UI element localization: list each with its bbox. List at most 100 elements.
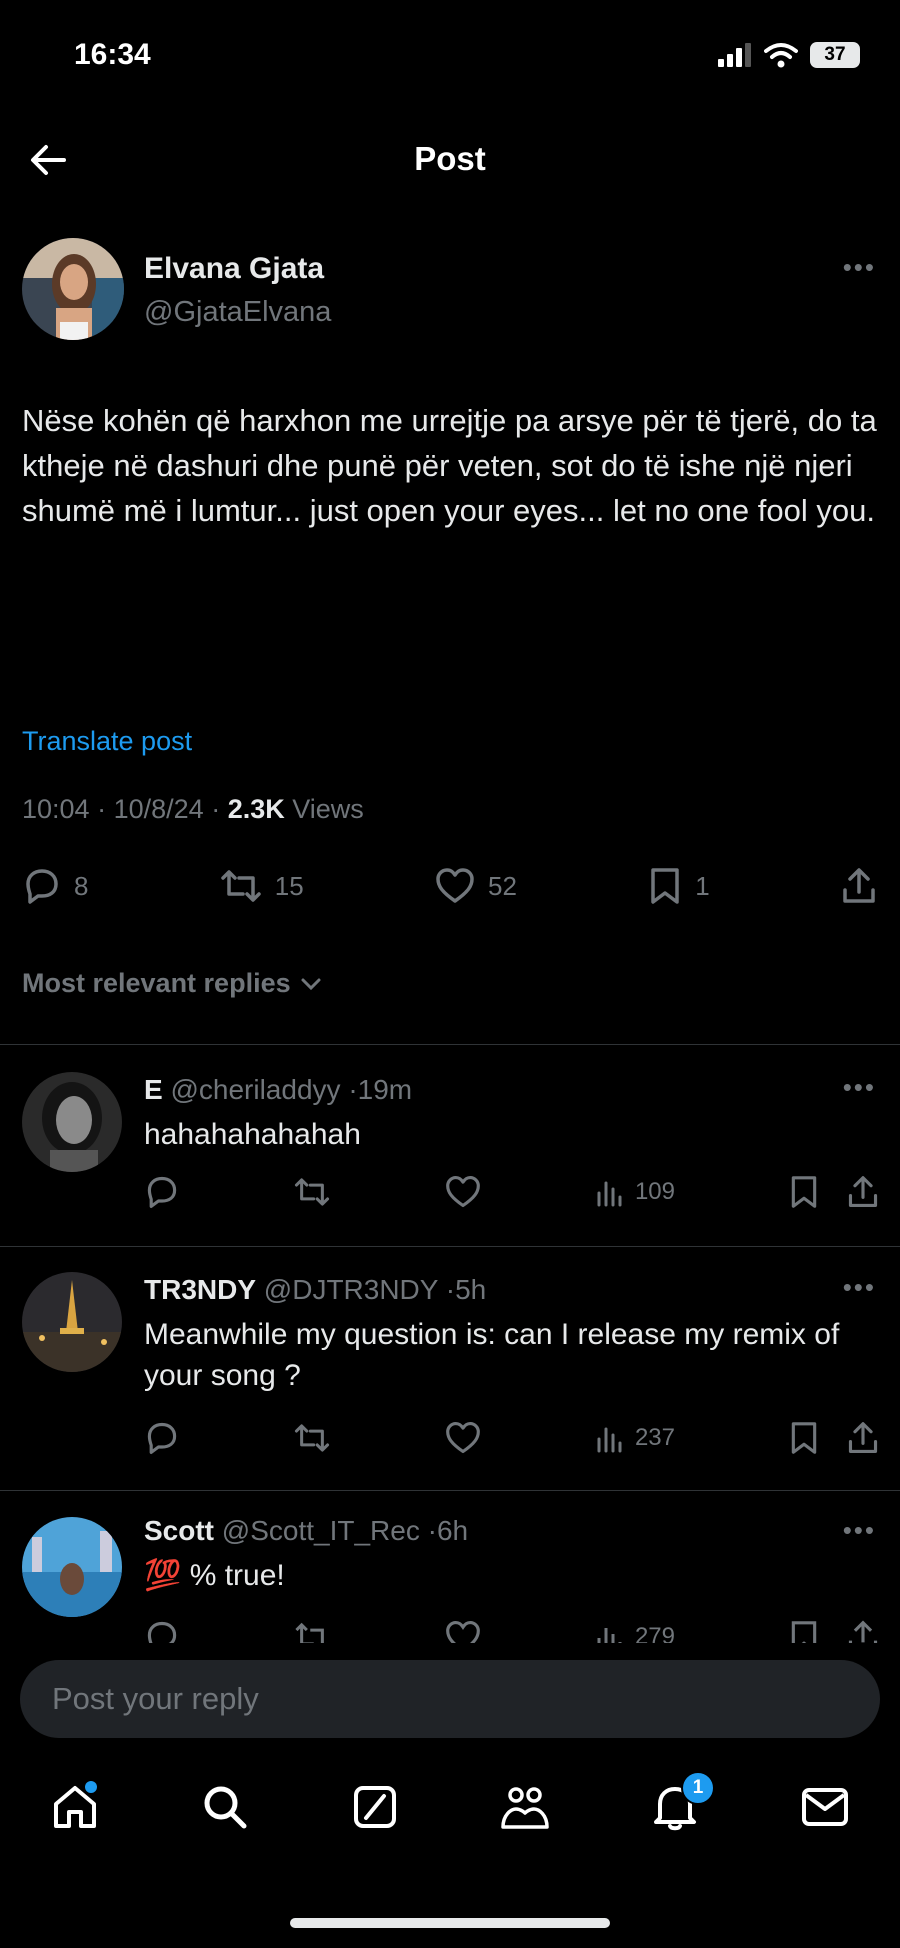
post-actions: 8 15 52 1 xyxy=(22,866,878,906)
search-icon xyxy=(204,1786,247,1829)
views-button[interactable]: 279 xyxy=(595,1622,675,1643)
author-name[interactable]: Elvana Gjata xyxy=(144,252,324,286)
reply-author-name[interactable]: Scott xyxy=(144,1515,214,1546)
repost-button[interactable]: 15 xyxy=(219,866,304,906)
reply-time: 5h xyxy=(455,1274,487,1305)
communities-icon xyxy=(501,1787,549,1829)
heart-icon[interactable] xyxy=(444,1174,482,1210)
share-icon[interactable] xyxy=(846,1420,880,1456)
home-indicator[interactable] xyxy=(290,1918,610,1928)
bookmark-button[interactable]: 1 xyxy=(647,866,710,906)
reply-more-icon[interactable]: ••• xyxy=(843,1515,876,1546)
post-meta: 10:04 · 10/8/24 · 2.3K Views xyxy=(22,794,364,824)
reply-icon[interactable] xyxy=(144,1174,180,1210)
divider xyxy=(0,1044,900,1045)
post-text: Nëse kohën që harxhon me urrejtje pa ars… xyxy=(22,403,877,528)
bookmark-icon[interactable] xyxy=(788,1420,820,1456)
reply-author-name[interactable]: TR3NDY xyxy=(144,1274,256,1305)
nav-notifications[interactable]: 1 xyxy=(645,1771,715,1837)
reply-header: TR3NDY @DJTR3NDY ·5h xyxy=(144,1274,487,1305)
post-date: 10/8/24 xyxy=(113,794,204,824)
like-button[interactable]: 52 xyxy=(434,866,517,906)
author-avatar[interactable] xyxy=(22,238,124,340)
reply-author-handle[interactable]: @Scott_IT_Rec xyxy=(222,1515,420,1546)
repost-count: 15 xyxy=(274,870,304,901)
reply-text: 💯 % true! xyxy=(144,1559,285,1592)
status-time: 16:34 xyxy=(74,38,151,71)
heart-icon xyxy=(436,868,474,903)
reply-icon[interactable] xyxy=(144,1619,180,1643)
translate-post-link[interactable]: Translate post xyxy=(22,726,192,757)
reply-text: hahahahahahah xyxy=(144,1118,361,1151)
reply-views: 237 xyxy=(634,1424,675,1451)
analytics-icon xyxy=(597,1427,622,1453)
divider xyxy=(0,1246,900,1247)
author-handle[interactable]: @GjataElvana xyxy=(144,296,331,329)
reply-author-name[interactable]: E xyxy=(144,1074,163,1105)
views-label[interactable]: Views xyxy=(292,794,364,824)
reply-button[interactable]: 8 xyxy=(22,866,88,906)
nav-grok[interactable] xyxy=(345,1777,405,1837)
more-options-icon[interactable]: ••• xyxy=(843,252,876,283)
bookmark-icon xyxy=(651,868,679,904)
post-time: 10:04 xyxy=(22,794,90,824)
reply-actions: 109 xyxy=(144,1174,880,1210)
wifi-icon xyxy=(764,43,798,68)
mail-icon xyxy=(802,1788,848,1826)
reply-text: Meanwhile my question is: can I release … xyxy=(144,1318,840,1392)
notifications-badge: 1 xyxy=(681,1771,715,1805)
reply-clip-area: Scott @Scott_IT_Rec ·6h ••• 💯 % true! 27… xyxy=(0,1491,900,1643)
battery-icon: 37 xyxy=(810,42,860,68)
home-notification-dot xyxy=(85,1781,97,1793)
reply-avatar[interactable] xyxy=(22,1072,122,1172)
analytics-icon xyxy=(597,1181,622,1207)
reply-views: 109 xyxy=(634,1178,675,1205)
bookmark-icon[interactable] xyxy=(788,1619,820,1643)
sort-replies-dropdown[interactable]: Most relevant replies xyxy=(22,968,325,999)
nav-communities[interactable] xyxy=(495,1777,555,1837)
chevron-down-icon xyxy=(301,978,321,990)
reply-count: 8 xyxy=(74,870,89,901)
heart-icon[interactable] xyxy=(444,1619,482,1643)
like-count: 52 xyxy=(487,870,517,901)
reply-icon xyxy=(26,869,58,904)
reply-time: 19m xyxy=(357,1074,413,1105)
reply-avatar[interactable] xyxy=(22,1517,122,1617)
repost-icon[interactable] xyxy=(293,1619,331,1643)
nav-search[interactable] xyxy=(195,1777,255,1837)
reply-avatar[interactable] xyxy=(22,1272,122,1372)
views-count: 2.3K xyxy=(227,794,285,824)
repost-icon[interactable] xyxy=(293,1420,331,1456)
nav-home[interactable] xyxy=(45,1777,105,1837)
nav-messages[interactable] xyxy=(795,1777,855,1837)
reply-more-icon[interactable]: ••• xyxy=(843,1072,876,1103)
share-icon[interactable] xyxy=(846,1174,880,1210)
reply-actions: 279 xyxy=(144,1619,880,1643)
reply-header: E @cheriladdyy ·19m xyxy=(144,1074,413,1105)
analytics-icon xyxy=(597,1628,622,1643)
page-title: Post xyxy=(414,140,486,177)
repost-icon[interactable] xyxy=(293,1174,331,1210)
reply-author-handle[interactable]: @DJTR3NDY xyxy=(264,1274,438,1305)
cellular-signal-icon xyxy=(718,43,751,67)
share-icon[interactable] xyxy=(846,1619,880,1643)
repost-icon xyxy=(221,870,261,902)
status-icons: 37 xyxy=(718,42,860,68)
reply-time: 6h xyxy=(436,1515,469,1546)
reply-author-handle[interactable]: @cheriladdyy xyxy=(170,1074,340,1105)
heart-icon[interactable] xyxy=(444,1420,482,1456)
bookmark-count: 1 xyxy=(695,870,710,901)
reply-icon[interactable] xyxy=(144,1420,180,1456)
reply-views: 279 xyxy=(634,1623,675,1643)
grok-icon xyxy=(354,1786,396,1828)
share-button[interactable] xyxy=(840,866,878,906)
reply-more-icon[interactable]: ••• xyxy=(843,1272,876,1303)
reply-input[interactable] xyxy=(50,1659,834,1739)
sort-label: Most relevant replies xyxy=(22,968,291,998)
bottom-nav: 1 xyxy=(0,1762,900,1852)
bookmark-icon[interactable] xyxy=(788,1174,820,1210)
views-button[interactable]: 109 xyxy=(595,1177,675,1207)
share-icon xyxy=(843,868,875,903)
reply-composer xyxy=(20,1659,880,1739)
views-button[interactable]: 237 xyxy=(595,1423,675,1453)
